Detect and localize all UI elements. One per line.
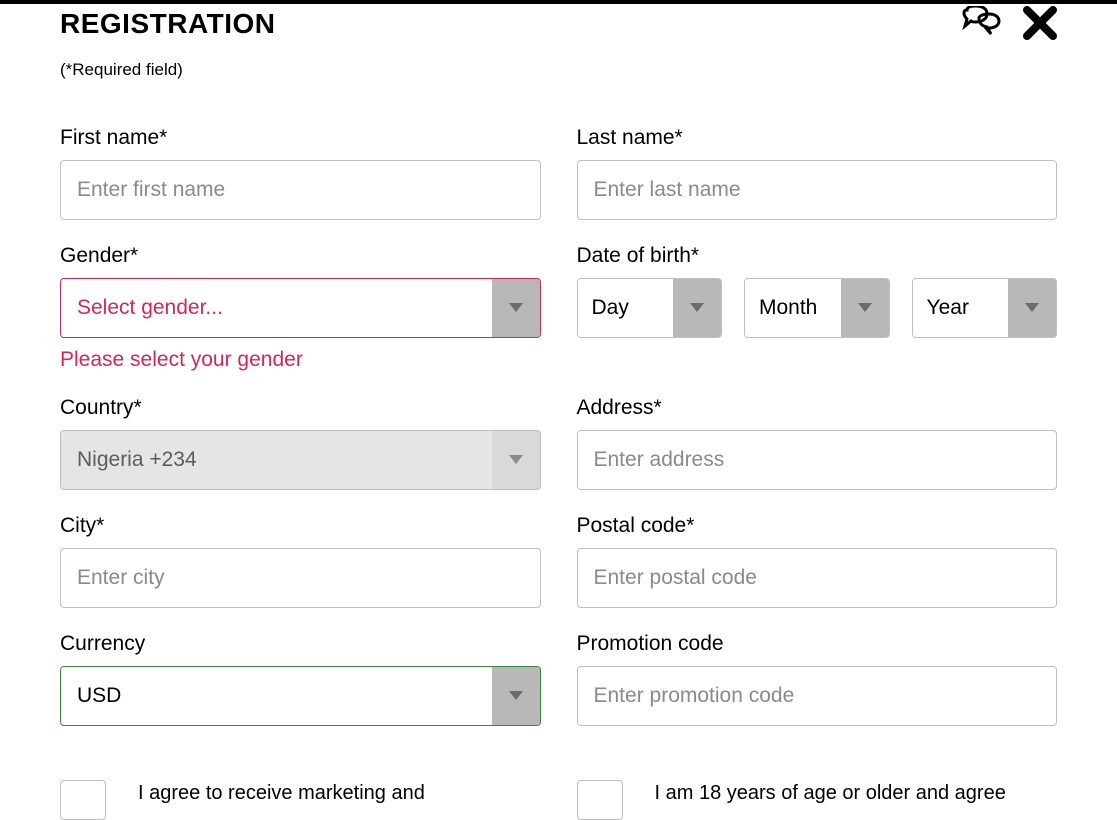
address-label: Address* [577, 396, 1058, 420]
dob-month-value: Month [745, 296, 841, 320]
city-label: City* [60, 514, 541, 538]
dob-day-select[interactable]: Day [577, 278, 723, 338]
postal-label: Postal code* [577, 514, 1058, 538]
marketing-checkbox[interactable] [60, 780, 106, 820]
country-label: Country* [60, 396, 541, 420]
dob-day-value: Day [578, 296, 674, 320]
chevron-down-icon [492, 279, 540, 337]
address-input[interactable] [577, 430, 1058, 490]
gender-error: Please select your gender [60, 348, 541, 372]
dob-label: Date of birth* [577, 244, 1058, 268]
country-value: Nigeria +234 [61, 448, 492, 472]
chevron-down-icon [492, 667, 540, 725]
last-name-label: Last name* [577, 126, 1058, 150]
gender-placeholder: Select gender... [61, 296, 492, 320]
currency-value: USD [61, 684, 492, 708]
marketing-text: I agree to receive marketing and [138, 780, 425, 807]
promo-input[interactable] [577, 666, 1058, 726]
chevron-down-icon [492, 431, 540, 489]
dob-year-value: Year [913, 296, 1009, 320]
dob-year-select[interactable]: Year [912, 278, 1058, 338]
currency-label: Currency [60, 632, 541, 656]
gender-select[interactable]: Select gender... [60, 278, 541, 338]
required-note: (*Required field) [60, 60, 1057, 80]
first-name-label: First name* [60, 126, 541, 150]
chevron-down-icon [841, 279, 889, 337]
chevron-down-icon [673, 279, 721, 337]
promo-label: Promotion code [577, 632, 1058, 656]
chevron-down-icon [1008, 279, 1056, 337]
gender-label: Gender* [60, 244, 541, 268]
close-icon[interactable] [1023, 6, 1057, 40]
country-select[interactable]: Nigeria +234 [60, 430, 541, 490]
currency-select[interactable]: USD [60, 666, 541, 726]
age-checkbox[interactable] [577, 780, 623, 820]
last-name-input[interactable] [577, 160, 1058, 220]
postal-input[interactable] [577, 548, 1058, 608]
dob-month-select[interactable]: Month [744, 278, 890, 338]
chat-icon[interactable] [961, 6, 1001, 40]
city-input[interactable] [60, 548, 541, 608]
age-text: I am 18 years of age or older and agree [655, 780, 1006, 807]
first-name-input[interactable] [60, 160, 541, 220]
page-title: REGISTRATION [60, 8, 275, 40]
